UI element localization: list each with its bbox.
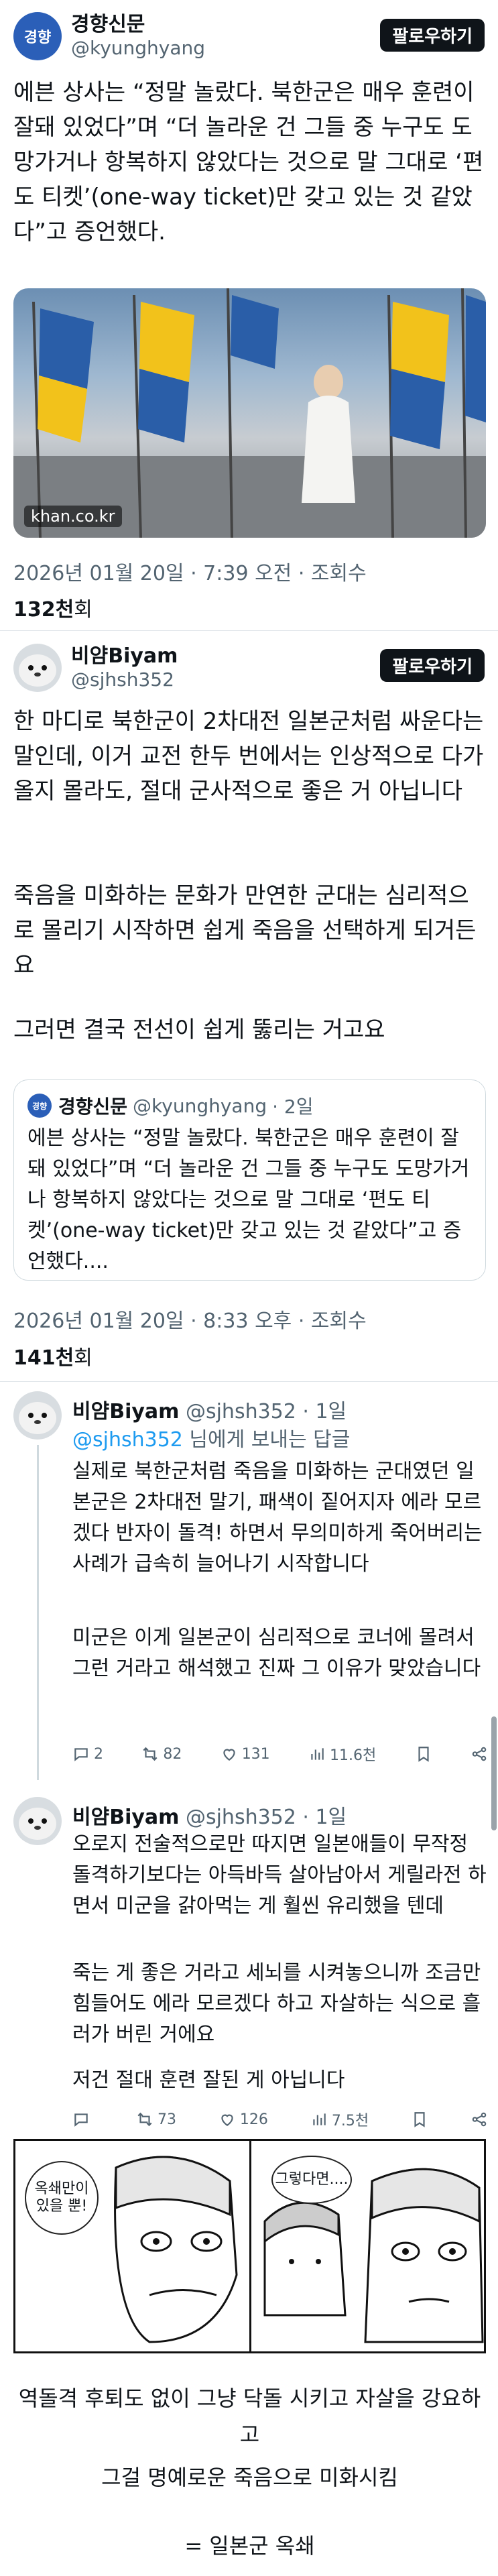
comic-panel-left: 옥쇄만이 있을 뿐!	[15, 2141, 251, 2351]
quoted-tweet[interactable]: 경향 경향신문 @kyunghyang · 2일 에븐 상사는 “정말 놀랐다.…	[13, 1079, 486, 1281]
seal-icon	[19, 1808, 56, 1840]
retweet-button[interactable]: 82	[141, 1745, 182, 1763]
tweet-text: 에븐 상사는 “정말 놀랐다. 북한군은 매우 훈련이 잘돼 있었다”며 “더 …	[13, 79, 484, 245]
reply-paragraph: 저건 절대 훈련 잘된 게 아닙니다	[72, 2068, 345, 2092]
bookmark-button[interactable]	[415, 1745, 432, 1763]
seal-icon	[19, 654, 56, 687]
retweet-icon	[137, 2112, 152, 2127]
reply-actions: 2 82 131 11.6천	[72, 1743, 488, 1765]
quoted-handle: @kyunghyang	[133, 1094, 267, 1117]
reply-actions: 73 126 7.5천	[72, 2109, 488, 2130]
reply-button[interactable]	[72, 2111, 94, 2128]
biyam-avatar[interactable]	[13, 1797, 62, 1845]
bookmark-icon	[414, 2112, 425, 2127]
author-name[interactable]: 경향신문	[71, 13, 205, 37]
replying-to: @sjhsh352 님에게 보내는 답글	[72, 1428, 351, 1452]
follow-button[interactable]: 팔로우하기	[380, 649, 485, 682]
flags-illustration	[13, 288, 486, 538]
views-button[interactable]: 11.6천	[308, 1743, 376, 1765]
reply-paragraph: 실제로 북한군처럼 죽음을 미화하는 군대였던 일본군은 2차대전 말기, 패색…	[72, 1460, 483, 1576]
quoted-tweet-header: 경향 경향신문 @kyunghyang · 2일	[27, 1092, 313, 1119]
seal-icon	[19, 1402, 56, 1434]
biyam-avatar[interactable]	[13, 1391, 62, 1440]
comment-icon	[74, 2113, 88, 2127]
reply-paragraph: 미군은 이게 일본군이 심리적으로 코너에 몰려서 그런 거라고 해석했고 진짜…	[72, 1626, 481, 1680]
tweet-photo[interactable]: khan.co.kr	[13, 288, 486, 538]
quoted-author: 경향신문	[58, 1096, 128, 1118]
speech-bubble: 옥쇄만이 있을 뿐!	[25, 2161, 99, 2235]
tweet-paragraph: 한 마디로 북한군이 2차대전 일본군처럼 싸운다는 말인데, 이거 교전 한두…	[13, 708, 484, 805]
tweet-timestamp[interactable]: 2026년 01월 20일 · 8:33 오후 · 조회수	[13, 1304, 367, 1334]
caption-line: 역돌격 후퇴도 없이 그냥 닥돌 시키고 자살을 강요하고	[18, 2386, 481, 2447]
retweet-button[interactable]: 73	[136, 2111, 176, 2128]
link-domain-label: khan.co.kr	[24, 506, 122, 527]
comic-image[interactable]: 옥쇄만이 있을 뿐! 그렇다면....	[13, 2139, 486, 2353]
mention-link[interactable]: @sjhsh352	[72, 1428, 183, 1452]
tweet2-header: 비얌Biyam @sjhsh352	[13, 644, 178, 692]
author-name[interactable]: 비얌Biyam	[72, 1806, 179, 1829]
bar-chart-icon	[311, 1748, 324, 1760]
author-name[interactable]: 비얌Biyam	[71, 644, 178, 668]
share-icon	[472, 1747, 487, 1761]
reply-button[interactable]: 2	[72, 1745, 103, 1763]
author-handle[interactable]: @kyunghyang	[71, 37, 205, 60]
thread-line	[37, 1445, 39, 1780]
kyunghyang-avatar[interactable]: 경향	[13, 12, 62, 60]
bar-chart-icon	[313, 2113, 326, 2125]
reply-header: 비얌Biyam @sjhsh352 · 1일	[72, 1800, 347, 1830]
tweet-paragraph: 죽음을 미화하는 문화가 만연한 군대는 심리적으로 몰리기 시작하면 쉽게 죽…	[13, 882, 477, 979]
reply-paragraph: 죽는 게 좋은 거라고 세뇌를 시켜놓으니까 조금만 힘들어도 에라 모르겠다 …	[72, 1961, 481, 2046]
heart-icon	[221, 2114, 233, 2126]
like-button[interactable]: 131	[221, 1745, 270, 1763]
quoted-text: 에븐 상사는 “정말 놀랐다. 북한군은 매우 훈련이 잘돼 있었다”며 “더 …	[27, 1126, 470, 1273]
speech-bubble: 그렇다면....	[271, 2156, 352, 2204]
views-button[interactable]: 7.5천	[310, 2109, 369, 2130]
bookmark-icon	[418, 1747, 429, 1762]
tweet-paragraph: 그러면 결국 전선이 쉽게 뚫리는 거고요	[13, 1016, 385, 1043]
caption-line: = 일본군 옥쇄	[184, 2533, 315, 2559]
view-count: 141천회	[13, 1346, 92, 1370]
follow-button[interactable]: 팔로우하기	[380, 19, 485, 52]
author-handle[interactable]: @sjhsh352 · 1일	[186, 1806, 347, 1829]
heart-icon	[223, 1749, 235, 1761]
author-handle[interactable]: @sjhsh352 · 1일	[186, 1400, 347, 1423]
view-count: 132천회	[13, 598, 92, 622]
retweet-icon	[143, 1747, 158, 1761]
comment-icon	[74, 1748, 88, 1761]
reply-paragraph: 오로지 전술적으로만 따지면 일본애들이 무작정 돌격하기보다는 아득바득 살아…	[72, 1832, 487, 1918]
like-button[interactable]: 126	[219, 2111, 268, 2128]
quoted-time: · 2일	[272, 1096, 314, 1118]
divider	[0, 630, 498, 631]
reply-header: 비얌Biyam @sjhsh352 · 1일	[72, 1395, 347, 1424]
share-button[interactable]	[471, 1745, 488, 1763]
tweet-timestamp[interactable]: 2026년 01월 20일 · 7:39 오전 · 조회수	[13, 557, 367, 586]
bookmark-button[interactable]	[411, 2111, 428, 2128]
kyunghyang-avatar: 경향	[27, 1094, 52, 1118]
share-button[interactable]	[471, 2111, 488, 2128]
caption-line: 그걸 명예로운 죽음으로 미화시킴	[101, 2465, 398, 2490]
share-icon	[472, 2112, 487, 2127]
biyam-avatar[interactable]	[13, 644, 62, 692]
scrollbar[interactable]	[491, 1716, 497, 1830]
comic-panel-right: 그렇다면....	[251, 2141, 484, 2351]
author-handle[interactable]: @sjhsh352	[71, 668, 178, 691]
tweet1-header: 경향 경향신문 @kyunghyang	[13, 12, 205, 60]
author-name[interactable]: 비얌Biyam	[72, 1400, 179, 1423]
divider	[0, 1381, 498, 1382]
